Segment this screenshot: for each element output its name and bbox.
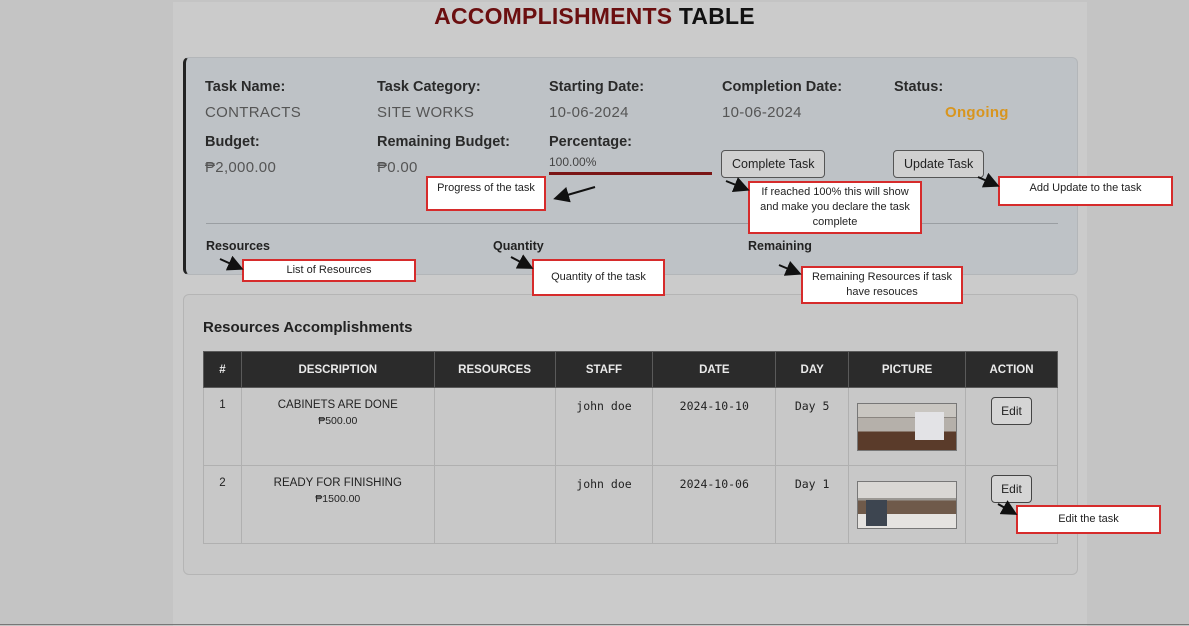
accomplishments-title: Resources Accomplishments	[203, 319, 413, 336]
start-date-label: Starting Date:	[549, 79, 645, 95]
complete-task-button[interactable]: Complete Task	[721, 150, 826, 178]
row-amount: ₱1500.00	[315, 493, 361, 505]
remaining-header: Remaining	[748, 239, 812, 253]
task-name-field: Task Name: CONTRACTS	[205, 79, 301, 121]
row-number: 2	[203, 465, 242, 544]
bottom-border	[0, 624, 1189, 625]
edit-button[interactable]: Edit	[991, 397, 1032, 425]
accomplishment-photo[interactable]	[857, 481, 958, 529]
task-name-label: Task Name:	[205, 79, 286, 95]
budget-value: ₱2,000.00	[205, 159, 277, 176]
task-category-field: Task Category: SITE WORKS	[377, 79, 481, 121]
percentage-field: Percentage: 100.00%	[549, 134, 712, 175]
task-name-value: CONTRACTS	[205, 104, 302, 121]
table-header-row: # DESCRIPTION RESOURCES STAFF DATE DAY P…	[203, 351, 1058, 388]
annotation-complete: If reached 100% this will show and make …	[748, 181, 922, 234]
row-description-cell: READY FOR FINISHING ₱1500.00	[240, 465, 435, 544]
budget-label: Budget:	[205, 134, 260, 150]
annotation-resources: List of Resources	[242, 259, 416, 282]
accomplishments-card: Resources Accomplishments # DESCRIPTION …	[183, 294, 1078, 575]
page-title-accent: ACCOMPLISHMENTS	[434, 3, 673, 29]
column-header: PICTURE	[848, 351, 967, 388]
column-header: DESCRIPTION	[240, 351, 435, 388]
column-header: STAFF	[554, 351, 654, 388]
start-date-field: Starting Date: 10-06-2024	[549, 79, 644, 121]
annotation-quantity: Quantity of the task	[532, 259, 665, 296]
percentage-label: Percentage:	[549, 134, 633, 150]
start-date-value: 10-06-2024	[549, 104, 629, 121]
accomplishments-table: # DESCRIPTION RESOURCES STAFF DATE DAY P…	[203, 351, 1058, 544]
percentage-value: 100.00%	[549, 155, 597, 169]
row-date: 2024-10-06	[652, 465, 777, 544]
completion-date-value: 10-06-2024	[722, 104, 802, 121]
annotation-edit: Edit the task	[1016, 505, 1161, 534]
page-title-rest: TABLE	[678, 3, 755, 29]
resources-header: Resources	[206, 239, 270, 253]
row-staff: john doe	[554, 465, 654, 544]
status-field: Status: Ongoing	[894, 79, 1009, 121]
column-header: RESOURCES	[433, 351, 556, 388]
annotation-update: Add Update to the task	[998, 176, 1173, 206]
row-number: 1	[203, 387, 242, 466]
row-description: READY FOR FINISHING	[273, 477, 402, 489]
column-header: #	[203, 351, 242, 388]
row-amount: ₱500.00	[318, 415, 358, 427]
column-header: DAY	[775, 351, 850, 388]
progress-bar	[549, 172, 712, 175]
status-label: Status:	[894, 79, 944, 95]
task-category-value: SITE WORKS	[377, 104, 475, 121]
budget-field: Budget: ₱2,000.00	[205, 134, 276, 176]
update-task-button[interactable]: Update Task	[893, 150, 985, 178]
row-day: Day 1	[775, 465, 850, 544]
table-row: 2 READY FOR FINISHING ₱1500.00 john doe …	[203, 465, 1058, 544]
remaining-budget-value: ₱0.00	[377, 159, 418, 176]
column-header: DATE	[652, 351, 777, 388]
task-details-card: Task Name: CONTRACTS Task Category: SITE…	[183, 57, 1078, 275]
page-title: ACCOMPLISHMENTS TABLE	[0, 3, 1189, 30]
completion-date-field: Completion Date: 10-06-2024	[722, 79, 842, 121]
column-header: ACTION	[965, 351, 1058, 388]
table-row: 1 CABINETS ARE DONE ₱500.00 john doe 202…	[203, 387, 1058, 466]
row-resources	[433, 387, 556, 466]
row-picture-cell	[848, 465, 967, 544]
annotation-remaining: Remaining Resources if task have resouce…	[801, 266, 963, 304]
card-divider	[206, 223, 1058, 224]
task-category-label: Task Category:	[377, 79, 481, 95]
completion-date-label: Completion Date:	[722, 79, 843, 95]
status-badge: Ongoing	[945, 104, 1009, 121]
row-staff: john doe	[554, 387, 654, 466]
remaining-budget-field: Remaining Budget: ₱0.00	[377, 134, 510, 176]
row-resources	[433, 465, 556, 544]
edit-button[interactable]: Edit	[991, 475, 1032, 503]
row-description-cell: CABINETS ARE DONE ₱500.00	[240, 387, 435, 466]
row-picture-cell	[848, 387, 967, 466]
annotation-progress: Progress of the task	[426, 176, 546, 211]
row-day: Day 5	[775, 387, 850, 466]
row-description: CABINETS ARE DONE	[277, 399, 398, 411]
row-action-cell: Edit	[965, 387, 1058, 466]
accomplishment-photo[interactable]	[857, 403, 958, 451]
remaining-budget-label: Remaining Budget:	[377, 134, 510, 150]
row-date: 2024-10-10	[652, 387, 777, 466]
quantity-header: Quantity	[493, 239, 544, 253]
